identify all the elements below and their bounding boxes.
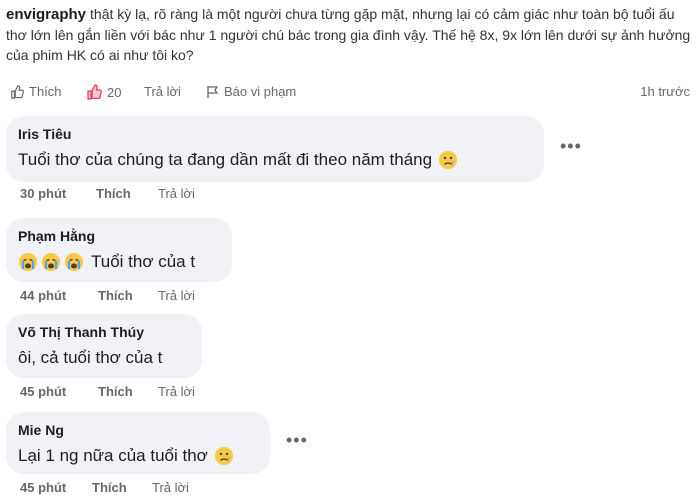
comment-author[interactable]: Iris Tiêu xyxy=(18,124,532,144)
comment-like-button[interactable]: Thích xyxy=(92,480,127,495)
comment: Mie Ng Lại 1 ng nữa của tuổi thơ xyxy=(6,412,270,474)
thumbs-up-icon xyxy=(87,84,102,100)
post-time-label: 1h trước xyxy=(640,84,690,99)
comment-text-content: Tuổi thơ của t xyxy=(91,252,196,271)
comment-time: 30 phút xyxy=(20,186,67,201)
comment: Iris Tiêu Tuổi thơ của chúng ta đang dần… xyxy=(6,116,544,182)
comment-bubble: Iris Tiêu Tuổi thơ của chúng ta đang dần… xyxy=(6,116,544,182)
comment-bubble: Võ Thị Thanh Thúy ôi, cả tuổi thơ của t xyxy=(6,314,202,378)
post-author[interactable]: envigraphy xyxy=(6,6,86,23)
post-body: envigraphy thật kỳ lạ, rõ ràng là một ngư… xyxy=(6,4,692,65)
post-report-label: Báo vi phạm xyxy=(224,84,297,99)
post-time: 1h trước xyxy=(640,84,690,99)
comment-more-icon[interactable]: ••• xyxy=(286,430,308,451)
comment-text: Lại 1 ng nữa của tuổi thơ xyxy=(18,444,258,468)
comment-author[interactable]: Mie Ng xyxy=(18,420,258,440)
comment-reply-button[interactable]: Trả lời xyxy=(158,288,195,303)
comment-text-content: ôi, cả tuổi thơ của t xyxy=(18,348,163,367)
post-text: thật kỳ lạ, rõ ràng là một người chưa từ… xyxy=(6,6,691,63)
sad-face-icon xyxy=(214,447,233,465)
post-like-button[interactable]: Thích xyxy=(10,84,62,99)
comment-text-content: Lại 1 ng nữa của tuổi thơ xyxy=(18,446,208,465)
comment-like-button[interactable]: Thích xyxy=(98,384,133,399)
post-reply-button[interactable]: Trả lời xyxy=(144,84,181,99)
comment: Phạm Hằng Tuổi thơ của t xyxy=(6,218,232,282)
flag-icon xyxy=(207,85,219,98)
comment-reply-button[interactable]: Trả lời xyxy=(152,480,189,495)
comment-like-button[interactable]: Thích xyxy=(98,288,133,303)
comment-text: ôi, cả tuổi thơ của t xyxy=(18,346,190,370)
comment-author[interactable]: Võ Thị Thanh Thúy xyxy=(18,322,190,342)
post-report-button[interactable]: Báo vi phạm xyxy=(206,84,296,99)
comment-time: 45 phút xyxy=(20,384,67,399)
comment-time: 45 phút xyxy=(20,480,67,495)
crying-face-icon xyxy=(19,253,37,271)
comment-reply-button[interactable]: Trả lời xyxy=(158,186,195,201)
comment-text: Tuổi thơ của chúng ta đang dần mất đi th… xyxy=(18,148,532,172)
post-reply-label: Trả lời xyxy=(144,84,181,99)
sad-face-icon xyxy=(439,151,458,169)
post-reactions[interactable]: 20 xyxy=(86,84,121,100)
comment-bubble: Mie Ng Lại 1 ng nữa của tuổi thơ xyxy=(6,412,270,474)
comment-text: Tuổi thơ của t xyxy=(18,250,220,274)
comment-more-icon[interactable]: ••• xyxy=(560,136,582,157)
comment-bubble: Phạm Hằng Tuổi thơ của t xyxy=(6,218,232,282)
comment-text-content: Tuổi thơ của chúng ta đang dần mất đi th… xyxy=(18,150,433,169)
comment-like-button[interactable]: Thích xyxy=(96,186,131,201)
post-actions: Thích 20 Trả lời Báo vi phạm 1h trước xyxy=(10,82,690,104)
post-like-label: Thích xyxy=(29,84,62,99)
crying-face-icon xyxy=(65,253,83,271)
post-reaction-count: 20 xyxy=(107,84,122,100)
comment-reply-button[interactable]: Trả lời xyxy=(158,384,195,399)
thumbs-up-icon xyxy=(11,84,24,99)
comment-time: 44 phút xyxy=(20,288,67,303)
comment-author[interactable]: Phạm Hằng xyxy=(18,226,220,246)
comment: Võ Thị Thanh Thúy ôi, cả tuổi thơ của t xyxy=(6,314,202,378)
crying-face-icon xyxy=(42,253,60,271)
